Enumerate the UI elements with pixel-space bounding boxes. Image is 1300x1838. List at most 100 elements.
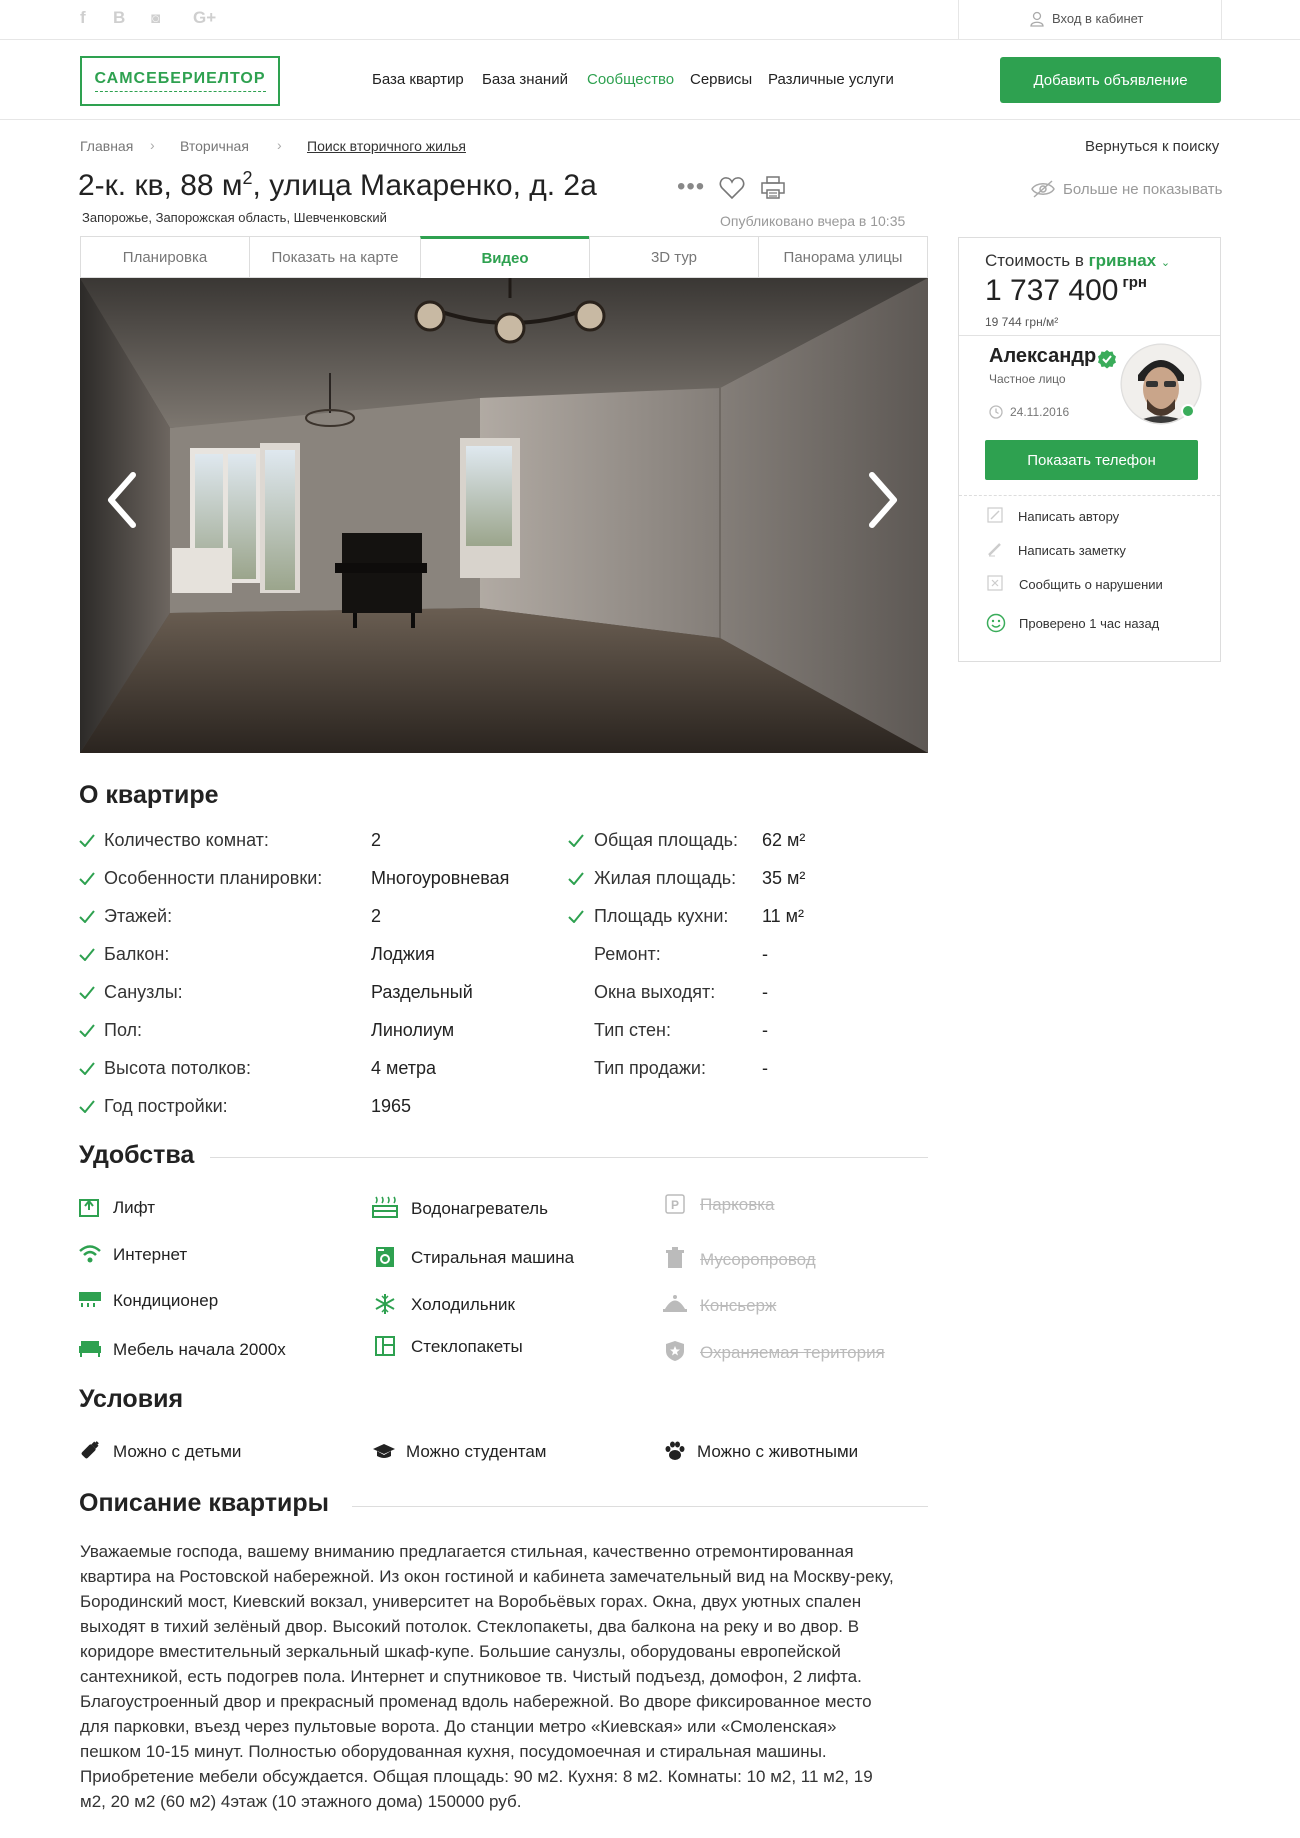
conditions-heading: Условия — [79, 1385, 184, 1413]
seller-name-text: Александр — [989, 345, 1097, 367]
price-unit: грн — [1122, 274, 1147, 291]
action-report[interactable]: Сообщить о нарушении — [1019, 577, 1163, 592]
breadcrumb-secondary[interactable]: Вторичная — [180, 138, 249, 154]
divider — [959, 335, 1220, 336]
google-plus-icon[interactable]: G+ — [193, 8, 216, 28]
spec-value: 2 — [371, 830, 382, 850]
title-superscript: 2 — [242, 168, 253, 188]
svg-text:P: P — [671, 1198, 679, 1212]
nav-apartments[interactable]: База квартир — [372, 71, 464, 88]
window-icon — [375, 1336, 395, 1356]
seller-name[interactable]: Александр — [989, 345, 1096, 368]
photo-next-arrow-icon[interactable] — [862, 470, 902, 530]
nav-services[interactable]: Сервисы — [690, 71, 752, 88]
show-phone-button[interactable]: Показать телефон — [985, 440, 1198, 480]
concierge-bell-icon — [663, 1295, 687, 1312]
spec-label: Санузлы: — [104, 982, 183, 1002]
spec-value: 4 метра — [371, 1058, 437, 1078]
paw-icon — [665, 1441, 685, 1460]
security-shield-icon — [666, 1341, 684, 1361]
user-icon — [1030, 11, 1044, 27]
parking-icon: P — [665, 1194, 685, 1214]
breadcrumb-home[interactable]: Главная — [80, 138, 133, 154]
spec-value: 11 м² — [762, 906, 805, 926]
currency-selector[interactable]: гривнах — [1089, 251, 1157, 270]
spec-value: - — [762, 982, 768, 1002]
facebook-icon[interactable]: f — [80, 8, 86, 28]
amenity-air-conditioner: Кондиционер — [113, 1291, 219, 1310]
spec-label: Количество комнат: — [104, 830, 269, 850]
add-listing-button[interactable]: Добавить объявление — [1000, 57, 1221, 103]
amenity-elevator: Лифт — [113, 1198, 156, 1217]
breadcrumb-separator-icon: › — [277, 137, 282, 153]
nav-other-services[interactable]: Различные услуги — [768, 71, 894, 88]
spec-value: 2 — [371, 906, 382, 926]
photo-prev-arrow-icon[interactable] — [103, 470, 143, 530]
description-text: Уважаемые господа, вашему вниманию предл… — [80, 1542, 894, 1811]
hide-listing-link[interactable]: Больше не показывать — [1063, 181, 1222, 198]
vk-icon[interactable]: B — [113, 8, 125, 28]
chevron-down-icon[interactable]: ⌄ — [1161, 257, 1170, 269]
divider — [959, 495, 1220, 496]
condition-children: Можно с детьми — [113, 1442, 242, 1461]
spec-label: Тип продажи: — [594, 1058, 706, 1078]
tab-street-panorama[interactable]: Панорама улицы — [758, 236, 928, 278]
snowflake-icon — [375, 1294, 395, 1314]
spec-value: Лоджия — [371, 944, 435, 964]
tab-map[interactable]: Показать на карте — [249, 236, 421, 278]
more-icon[interactable]: ••• — [677, 173, 705, 201]
write-author-icon — [987, 507, 1003, 523]
seller-avatar[interactable] — [1120, 343, 1202, 425]
spec-label: Окна выходят: — [594, 982, 716, 1002]
check-icon — [79, 1024, 95, 1038]
tab-3d-tour[interactable]: 3D тур — [589, 236, 759, 278]
site-logo[interactable]: САМСЕБЕРИЕЛТОР — [80, 56, 280, 106]
favorite-heart-icon[interactable] — [719, 176, 745, 200]
condition-pets: Можно с животными — [697, 1442, 859, 1461]
spec-value: Линолиум — [371, 1020, 455, 1040]
spec-label: Тип стен: — [594, 1020, 672, 1040]
check-icon — [79, 910, 95, 924]
graduation-cap-icon — [373, 1444, 395, 1458]
tab-layout[interactable]: Планировка — [80, 236, 250, 278]
print-icon[interactable] — [760, 176, 786, 200]
washing-machine-icon — [376, 1247, 394, 1267]
elevator-icon — [79, 1199, 99, 1217]
amenity-parking: Парковка — [700, 1195, 775, 1214]
check-icon — [79, 1062, 95, 1076]
amenities-heading: Удобства — [79, 1141, 195, 1169]
logo-text: САМСЕБЕРИЕЛТОР — [94, 70, 266, 92]
amenity-garbage-chute: Мусоропровод — [700, 1250, 816, 1269]
spec-value: 1965 — [371, 1096, 412, 1116]
spec-label: Особенности планировки: — [104, 868, 323, 888]
air-conditioner-icon — [79, 1292, 101, 1307]
nav-community[interactable]: Сообщество — [587, 71, 674, 88]
amenity-guarded-territory: Охраняемая територия — [700, 1343, 885, 1362]
water-heater-icon — [372, 1196, 398, 1218]
about-heading: О квартире — [79, 781, 219, 809]
login-link[interactable]: Вход в кабинет — [1052, 11, 1143, 26]
tab-video[interactable]: Видео — [420, 236, 590, 278]
action-write-note[interactable]: Написать заметку — [1018, 543, 1126, 558]
action-write-author[interactable]: Написать автору — [1018, 509, 1119, 524]
spec-value: 35 м² — [762, 868, 806, 888]
spec-label: Год постройки: — [104, 1096, 228, 1116]
spec-label: Площадь кухни: — [594, 906, 729, 926]
nav-knowledge[interactable]: База знаний — [482, 71, 568, 88]
price: 1 737 400 грн — [985, 274, 1147, 308]
hide-eye-icon — [1031, 180, 1055, 198]
price-per-m2: 19 744 грн/м² — [985, 315, 1059, 329]
back-to-search-link[interactable]: Вернуться к поиску — [1085, 138, 1219, 155]
instagram-icon[interactable]: ◙ — [151, 10, 160, 27]
wifi-icon — [79, 1245, 101, 1263]
cost-label-text: Стоимость в — [985, 251, 1089, 270]
check-icon — [568, 872, 584, 886]
spec-value: Раздельный — [371, 982, 473, 1002]
breadcrumb-search[interactable]: Поиск вторичного жилья — [307, 138, 466, 154]
spec-label: Балкон: — [104, 944, 170, 964]
check-icon — [79, 948, 95, 962]
condition-students: Можно студентам — [406, 1442, 547, 1461]
trash-icon — [666, 1247, 684, 1268]
amenity-water-heater: Водонагреватель — [411, 1199, 548, 1218]
check-icon — [79, 872, 95, 886]
